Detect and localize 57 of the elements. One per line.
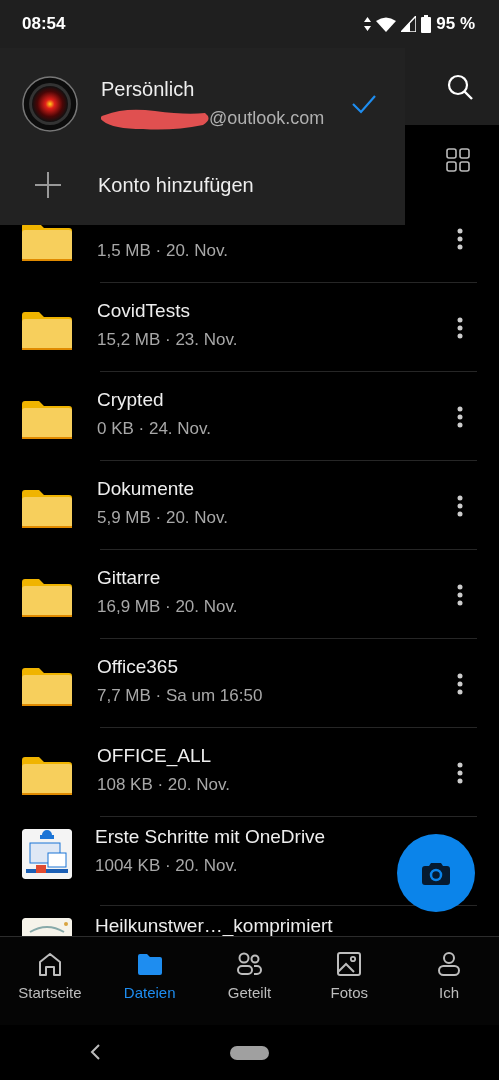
home-icon	[36, 951, 63, 977]
more-options-icon[interactable]	[457, 228, 463, 250]
folder-icon	[22, 668, 72, 706]
file-details: 1,5 MB · 20. Nov.	[97, 241, 228, 261]
nav-tab[interactable]: Geteilt	[199, 937, 300, 1025]
folder-icon	[136, 951, 163, 977]
file-details: 1004 KB · 20. Nov.	[95, 856, 238, 876]
nav-tab[interactable]: Fotos	[299, 937, 400, 1025]
image-icon	[336, 951, 363, 977]
battery-percent: 95 %	[436, 14, 475, 34]
plus-icon	[35, 172, 61, 198]
folder-icon	[22, 490, 72, 528]
status-time: 08:54	[22, 14, 66, 34]
file-details: 16,9 MB · 20. Nov.	[97, 597, 238, 617]
folder-icon	[22, 579, 72, 617]
file-details: 7,7 MB · Sa um 16:50	[97, 686, 263, 706]
account-email: @outlook.com	[209, 108, 325, 129]
people-icon	[236, 951, 263, 977]
search-icon[interactable]	[447, 73, 473, 100]
folder-icon	[22, 401, 72, 439]
signal-icon	[401, 16, 417, 32]
more-options-icon[interactable]	[457, 673, 463, 695]
back-icon[interactable]	[89, 1043, 101, 1061]
battery-icon	[421, 15, 432, 33]
account-name[interactable]: Persönlich	[101, 77, 351, 101]
person-icon	[436, 951, 463, 977]
file-name: Dokumente	[97, 479, 195, 499]
wifi-icon	[376, 16, 397, 32]
file-details: 15,2 MB · 23. Nov.	[97, 330, 238, 350]
file-details: 0 KB · 24. Nov.	[97, 419, 211, 439]
more-options-icon[interactable]	[457, 495, 463, 517]
more-options-icon[interactable]	[457, 406, 463, 428]
file-name: CovidTests	[97, 301, 190, 321]
file-name: Gittarre	[97, 568, 161, 588]
folder-icon	[22, 223, 72, 261]
avatar-icon	[22, 76, 78, 132]
more-options-icon[interactable]	[457, 584, 463, 606]
camera-icon	[422, 861, 450, 885]
file-name: OFFICE_ALL	[97, 746, 212, 766]
data-arrows-icon	[364, 17, 372, 31]
folder-icon	[22, 312, 72, 350]
grid-view-icon[interactable]	[446, 147, 470, 172]
home-gesture-bar[interactable]	[230, 1045, 269, 1060]
nav-tab[interactable]: Dateien	[99, 937, 200, 1025]
nav-tab[interactable]: Startseite	[0, 937, 100, 1025]
file-details: 108 KB · 20. Nov.	[97, 775, 230, 795]
add-account-button[interactable]: Konto hinzufügen	[98, 173, 254, 197]
more-options-icon[interactable]	[457, 762, 463, 784]
file-details: 5,9 MB · 20. Nov.	[97, 508, 228, 528]
more-options-icon[interactable]	[457, 317, 463, 339]
nav-tab[interactable]: Ich	[399, 937, 499, 1025]
file-name: Office365	[97, 657, 178, 677]
file-name: Heilkunstwer…_komprimiert	[95, 916, 333, 936]
file-name: Crypted	[97, 390, 164, 410]
document-thumbnail	[22, 829, 72, 879]
folder-icon	[22, 757, 72, 795]
file-name: Erste Schritte mit OneDrive	[95, 827, 326, 847]
